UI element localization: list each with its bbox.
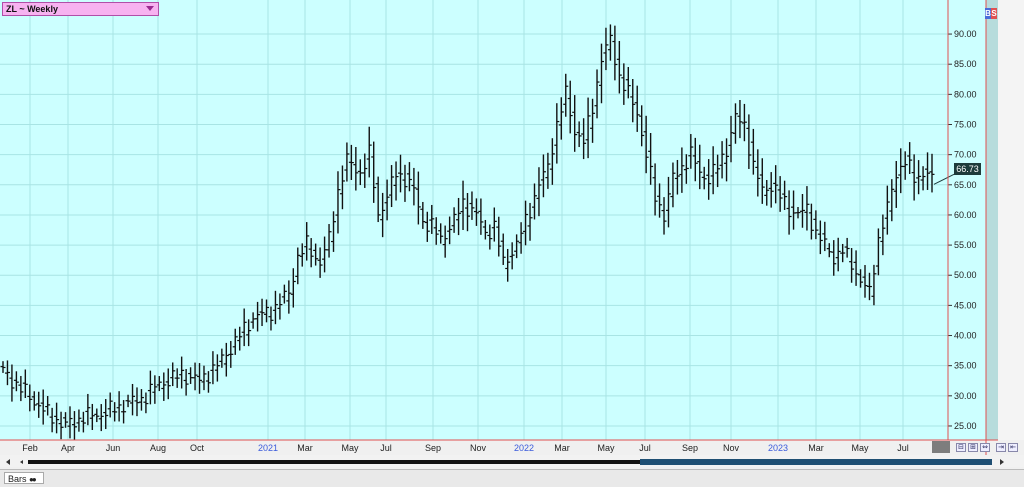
right-scroll-strip[interactable]	[986, 0, 998, 440]
y-tick-label: 75.00	[954, 120, 977, 130]
x-tick-label: Jul	[897, 443, 909, 453]
y-tick-label: 65.00	[954, 180, 977, 190]
x-tick-label: Mar	[808, 443, 824, 453]
chart-frame: 25.00 30.00 35.00 40.00 45.00 50.00 55.00 60.00…	[0, 0, 1024, 455]
x-tick-label: 2023	[768, 443, 788, 453]
status-bar	[0, 469, 1024, 487]
y-tick-label: 85.00	[954, 59, 977, 69]
y-tick-label: 55.00	[954, 240, 977, 250]
x-tick-label: Nov	[723, 443, 740, 453]
y-tick-label: 50.00	[954, 270, 977, 280]
chart-mode-text: Bars	[8, 474, 27, 484]
x-tick-label: Sep	[682, 443, 698, 453]
scroll-graphics	[6, 459, 1004, 465]
plot-background	[0, 0, 948, 440]
zoom-out-icon[interactable]: ⊟	[956, 443, 966, 452]
x-tick-label: 2022	[514, 443, 534, 453]
scroll-small-left-icon[interactable]	[20, 460, 23, 464]
scroll-row	[0, 455, 1024, 467]
scroll-thumb[interactable]	[640, 459, 992, 465]
fit-icon[interactable]: ⇔	[980, 443, 990, 452]
buy-sell-tag[interactable]: B S	[985, 8, 998, 19]
x-tick-label: Feb	[22, 443, 38, 453]
x-tick-label: Sep	[425, 443, 441, 453]
y-tick-label: 25.00	[954, 421, 977, 431]
x-tick-label: May	[851, 443, 869, 453]
dropdown-arrow-icon[interactable]	[146, 6, 154, 11]
x-tick-label: May	[597, 443, 615, 453]
x-tick-label: May	[341, 443, 359, 453]
x-tick-label: Apr	[61, 443, 75, 453]
compress-icon[interactable]: ⇥	[996, 443, 1006, 452]
y-tick-label: 90.00	[954, 29, 977, 39]
chart-title: ZL ~ Weekly	[6, 4, 58, 14]
y-tick-label: 35.00	[954, 361, 977, 371]
x-tick-label: Jul	[380, 443, 392, 453]
zoom-in-icon[interactable]: ⊞	[968, 443, 978, 452]
chart-mode-label[interactable]: Bars ●●	[4, 472, 44, 484]
last-price-tag: 66.73	[954, 163, 981, 175]
y-tick-label: 40.00	[954, 331, 977, 341]
x-tick-label: Jul	[639, 443, 651, 453]
x-tick-label: Aug	[150, 443, 166, 453]
scroll-right-arrow-icon[interactable]	[1000, 459, 1004, 465]
time-axis-cursor-box	[932, 441, 950, 453]
x-tick-label: Mar	[297, 443, 313, 453]
x-tick-label: Mar	[554, 443, 570, 453]
symbol-title-dropdown[interactable]: ZL ~ Weekly	[2, 2, 159, 16]
y-tick-label: 45.00	[954, 300, 977, 310]
x-tick-label: 2021	[258, 443, 278, 453]
right-panel	[998, 0, 1024, 440]
expand-icon[interactable]: ⇤	[1008, 443, 1018, 452]
y-tick-label: 30.00	[954, 391, 977, 401]
binoculars-icon[interactable]: ●●	[29, 475, 37, 484]
x-tick-label: Jun	[106, 443, 121, 453]
x-tick-label: Oct	[190, 443, 205, 453]
y-tick-label: 70.00	[954, 150, 977, 160]
scroll-left-arrow-icon[interactable]	[6, 459, 10, 465]
y-tick-label: 60.00	[954, 210, 977, 220]
time-axis: Feb Apr Jun Aug Oct 2021 Mar May Jul Sep Nov 2022 Ma…	[22, 443, 950, 453]
y-tick-label: 80.00	[954, 89, 977, 99]
x-tick-label: Nov	[470, 443, 487, 453]
sell-label: S	[991, 8, 997, 19]
